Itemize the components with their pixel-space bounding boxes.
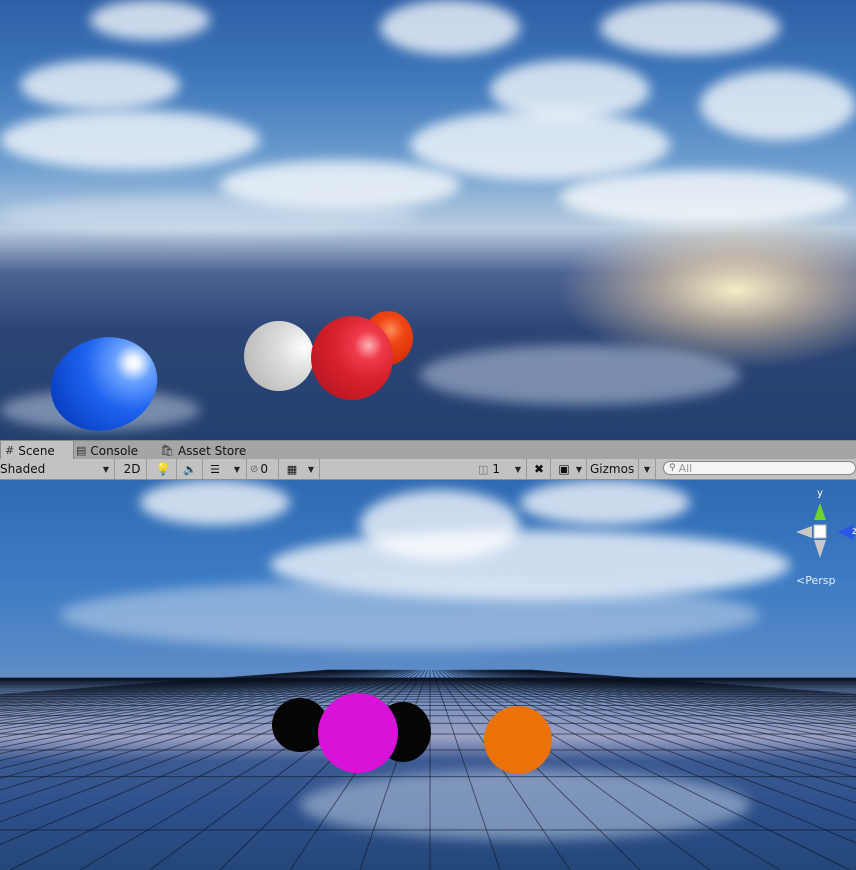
projection-label[interactable]: <Persp	[796, 574, 835, 587]
scene-grid	[0, 669, 856, 870]
cloud	[600, 0, 780, 55]
grid-line	[432, 669, 501, 870]
eye-slash-icon: ⊘	[250, 463, 259, 475]
wrench-cross-icon: ✖	[533, 462, 545, 476]
grid-line	[437, 669, 641, 870]
chevron-down-icon: ▼	[514, 464, 522, 474]
search-icon: ⚲	[669, 463, 676, 473]
chevron-down-icon: ▼	[643, 464, 651, 474]
gizmos-button[interactable]: Gizmos	[590, 459, 636, 479]
hierarchy-search-input[interactable]: ⚲ All	[663, 461, 856, 475]
tab-label: Asset Store	[177, 443, 247, 458]
hidden-objects-count: 0	[260, 462, 269, 476]
projection-text: Persp	[805, 574, 836, 587]
effects-stack-icon: ☰	[210, 462, 220, 476]
speaker-icon: 🔈	[183, 462, 197, 476]
grid-line	[0, 669, 391, 743]
cloud	[700, 70, 856, 140]
grid-toggle-button[interactable]: ▦	[281, 459, 303, 479]
tab-scene[interactable]: # Scene	[0, 441, 74, 460]
tools-button[interactable]: ✖	[528, 459, 551, 479]
red-sphere[interactable]	[311, 316, 393, 400]
layers-dropdown[interactable]: ▼	[510, 459, 527, 479]
magenta-sphere[interactable]	[318, 693, 398, 773]
grid-icon: ▦	[286, 462, 298, 476]
cloud	[0, 195, 420, 235]
white-sphere[interactable]	[244, 321, 314, 391]
grid-line	[497, 669, 856, 710]
grid-line	[492, 669, 856, 714]
axis-z-label: z	[852, 526, 856, 537]
chevron-down-icon: ▼	[102, 464, 109, 474]
grid-line	[499, 669, 856, 709]
axis-y-label: y	[817, 488, 823, 499]
shopping-bag-icon: 🛍	[160, 444, 174, 457]
cloud	[560, 170, 850, 225]
lightbulb-icon: 💡	[155, 462, 171, 476]
orientation-gizmo[interactable]: y z	[790, 488, 856, 558]
effects-toggle-button[interactable]: ☰	[204, 459, 226, 479]
gizmos-label: Gizmos	[590, 462, 635, 476]
layers-count[interactable]: ◫ 1	[478, 459, 510, 479]
cloud	[90, 0, 210, 40]
grid-dropdown[interactable]: ▼	[303, 459, 320, 479]
tab-console[interactable]: ▤ Console	[72, 441, 144, 460]
search-placeholder: All	[678, 461, 693, 475]
camera-dropdown[interactable]: ▼	[572, 459, 587, 479]
chevron-down-icon: ▼	[575, 464, 583, 474]
scene-view[interactable]	[0, 480, 856, 870]
editor-tab-bar: # Scene ▤ Console 🛍 Asset Store	[0, 440, 856, 460]
cloud	[410, 110, 670, 180]
gizmos-dropdown[interactable]: ▼	[638, 459, 656, 479]
axis-gizmo-icon	[796, 503, 854, 558]
2d-label: 2D	[123, 462, 141, 476]
camera-button[interactable]: ▣	[554, 459, 574, 479]
layers-count-value: 1	[492, 462, 501, 476]
cloud-reflection	[420, 345, 740, 405]
scene-toolbar: Shaded ▼ 2D 💡 🔈 ☰ ▼ ⊘ 0 ▦ ▼ ◫ 1 ▼ ✖ ▣ ▼ …	[0, 459, 856, 480]
projection-arrow-icon: <	[796, 574, 806, 587]
orange-sphere[interactable]	[484, 706, 552, 774]
chevron-down-icon: ▼	[233, 464, 241, 474]
cloud	[380, 0, 520, 55]
shading-mode-dropdown[interactable]: Shaded ▼	[0, 459, 115, 479]
tab-label: Console	[90, 443, 139, 458]
shading-mode-value: Shaded	[0, 462, 46, 476]
hidden-objects-toggle[interactable]: ⊘ 0	[250, 459, 279, 479]
2d-toggle-button[interactable]: 2D	[118, 459, 147, 479]
console-icon: ▤	[76, 444, 87, 457]
tab-label: Scene	[18, 443, 55, 458]
cloud	[0, 110, 260, 170]
grid-line	[219, 669, 423, 870]
video-camera-icon: ▣	[558, 462, 570, 476]
audio-toggle-button[interactable]: 🔈	[178, 459, 203, 479]
grid-hash-icon: #	[5, 444, 15, 457]
game-view	[0, 0, 856, 440]
tab-asset-store[interactable]: 🛍 Asset Store	[156, 441, 252, 460]
effects-dropdown[interactable]: ▼	[228, 459, 247, 479]
chevron-down-icon: ▼	[307, 464, 315, 474]
layers-icon: ◫	[478, 462, 489, 476]
cloud	[20, 60, 180, 110]
lighting-toggle-button[interactable]: 💡	[150, 459, 177, 479]
